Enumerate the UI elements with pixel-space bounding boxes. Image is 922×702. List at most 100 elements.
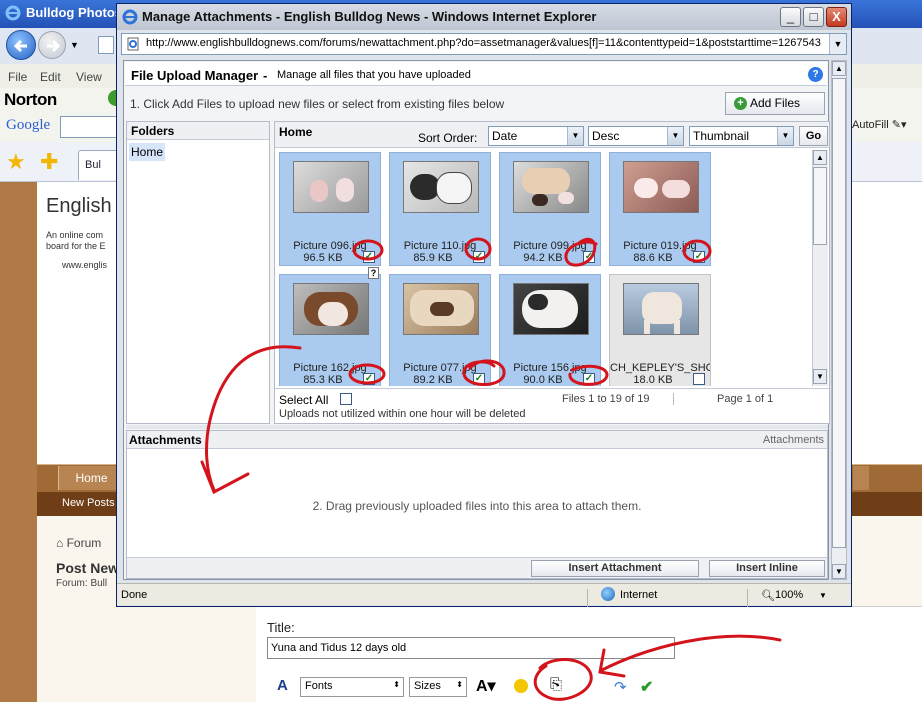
home-icon: ⌂ xyxy=(56,536,64,550)
forward-arrow-icon xyxy=(47,39,61,53)
panel-splitter[interactable] xyxy=(126,425,828,429)
file-thumbnail[interactable]: CH_KEPLEY'S_SHOW 18.0 KB xyxy=(609,274,711,386)
insert-inline-button[interactable]: Insert Inline xyxy=(709,560,825,577)
autofill-button[interactable]: AutoFill ✎▾ xyxy=(852,118,906,131)
menu-edit[interactable]: Edit xyxy=(40,70,61,84)
folder-item-home[interactable]: Home xyxy=(129,143,165,161)
dialog-url: http://www.englishbulldognews.com/forums… xyxy=(146,37,821,49)
address-bar-stub[interactable] xyxy=(98,36,114,54)
page-info: Page 1 of 1 xyxy=(717,393,774,405)
site-url: www.englis xyxy=(62,260,108,270)
file-checkbox[interactable]: ✓ xyxy=(583,251,595,263)
attachment-paperclip-icon[interactable]: ⎘ xyxy=(550,676,562,693)
attachments-header: Attachments Attachments xyxy=(127,431,827,449)
title-input[interactable]: Yuna and Tidus 12 days old xyxy=(267,637,675,659)
font-select[interactable]: Fonts ⬍ xyxy=(300,677,404,697)
breadcrumb[interactable]: ⌂ Forum xyxy=(56,536,101,550)
menu-file[interactable]: File xyxy=(8,70,27,84)
info-icon[interactable]: ? xyxy=(368,267,379,279)
file-checkbox[interactable]: ✓ xyxy=(473,251,485,263)
photo-thumbnail xyxy=(293,283,369,335)
back-button[interactable] xyxy=(6,30,36,60)
file-size: 88.6 KB xyxy=(633,252,673,264)
back-arrow-icon xyxy=(13,39,27,53)
insert-attachment-button[interactable]: Insert Attachment xyxy=(531,560,699,577)
select-all-checkbox[interactable] xyxy=(340,393,352,405)
scroll-down-icon[interactable]: ▼ xyxy=(813,369,827,384)
redo-icon[interactable]: ↷ xyxy=(614,678,627,696)
zoom-icon[interactable]: 🔍︎ xyxy=(761,589,775,602)
zoom-level[interactable]: 100% xyxy=(775,589,803,601)
close-button[interactable]: X xyxy=(826,7,847,27)
history-dropdown-icon[interactable]: ▼ xyxy=(70,40,79,50)
maximize-button[interactable]: □ xyxy=(803,7,824,27)
norton-logo: Norton xyxy=(4,90,57,109)
sort-field-select[interactable]: Date ▼ xyxy=(488,126,584,146)
scroll-thumb[interactable] xyxy=(832,78,846,548)
attachments-header-right: Attachments xyxy=(762,434,824,446)
page-icon xyxy=(126,37,140,54)
file-checkbox[interactable]: ✓ xyxy=(363,373,375,385)
spellcheck-icon[interactable]: ✔ xyxy=(640,677,653,697)
ie-icon xyxy=(5,5,21,24)
forward-button[interactable] xyxy=(38,31,66,59)
file-thumbnail[interactable]: Picture 099.jpg 94.2 KB ✓ xyxy=(499,152,601,266)
file-checkbox[interactable]: ✓ xyxy=(583,373,595,385)
folders-panel: Folders Home xyxy=(126,121,270,424)
file-thumbnail[interactable]: Picture 077.jpg 89.2 KB ✓ xyxy=(389,274,491,386)
chevron-down-icon: ▼ xyxy=(567,127,583,145)
attachments-drop-zone[interactable]: 2. Drag previously uploaded files into t… xyxy=(127,499,827,513)
zone-label: Internet xyxy=(620,589,658,601)
google-search-input[interactable] xyxy=(60,116,120,138)
favorites-star-icon[interactable]: ★ xyxy=(6,149,26,175)
title-dash: - xyxy=(263,68,268,83)
file-thumbnail[interactable]: Picture 019.jpg 88.6 KB ✓ xyxy=(609,152,711,266)
view-mode-select[interactable]: Thumbnail ▼ xyxy=(689,126,794,146)
photo-thumbnail xyxy=(623,283,699,335)
photo-thumbnail xyxy=(403,161,479,213)
new-posts-link[interactable]: New Posts xyxy=(62,497,115,509)
status-text: Done xyxy=(121,589,148,601)
menu-view[interactable]: View xyxy=(76,70,102,84)
file-checkbox[interactable]: ✓ xyxy=(363,251,375,263)
folders-header: Folders xyxy=(127,122,269,140)
sort-direction-select[interactable]: Desc ▼ xyxy=(588,126,684,146)
site-nav-dropdown[interactable] xyxy=(853,466,869,490)
zoom-dropdown-icon[interactable]: ▼ xyxy=(819,591,827,600)
scroll-down-icon[interactable]: ▼ xyxy=(832,564,846,579)
manage-attachments-window: Manage Attachments - English Bulldog New… xyxy=(116,3,852,607)
select-all-label: Select All xyxy=(279,393,329,407)
chevron-down-icon: ▼ xyxy=(667,127,683,145)
add-files-button[interactable]: + Add Files xyxy=(725,92,825,115)
scroll-up-icon[interactable]: ▲ xyxy=(813,150,827,165)
ie-icon xyxy=(122,9,138,28)
go-button[interactable]: Go xyxy=(799,126,828,146)
site-right-link[interactable]: ybulldogs xyxy=(852,191,904,203)
add-files-label: Add Files xyxy=(750,96,801,110)
smilie-icon[interactable] xyxy=(514,679,528,693)
file-upload-manager-header: File Upload Manager - Manage all files t… xyxy=(125,62,827,86)
file-checkbox[interactable] xyxy=(693,373,705,385)
background-window-title: Bulldog Photos xyxy=(26,5,123,20)
file-size: 90.0 KB xyxy=(523,374,563,386)
font-color-icon[interactable]: A xyxy=(277,677,288,694)
site-home-tab[interactable]: Home xyxy=(58,466,124,490)
file-thumbnail[interactable]: Picture 110.jpg 85.9 KB ✓ xyxy=(389,152,491,266)
file-checkbox[interactable]: ✓ xyxy=(693,251,705,263)
size-select[interactable]: Sizes ⬍ xyxy=(409,677,467,697)
file-thumbnail[interactable]: Picture 096.jpg 96.5 KB ✓ xyxy=(279,152,381,266)
minimize-button[interactable]: _ xyxy=(780,7,801,27)
dialog-scrollbar[interactable]: ▲ ▼ xyxy=(831,60,847,580)
file-checkbox[interactable]: ✓ xyxy=(473,373,485,385)
scroll-up-icon[interactable]: ▲ xyxy=(832,61,846,76)
add-favorites-icon[interactable]: ✚ xyxy=(40,149,58,175)
scroll-thumb[interactable] xyxy=(813,167,827,245)
address-dropdown-icon[interactable]: ▼ xyxy=(829,34,846,54)
internet-zone-icon xyxy=(601,587,615,601)
file-thumbnail[interactable]: ? Picture 162.jpg 85.3 KB ✓ xyxy=(279,267,381,386)
help-icon[interactable]: ? xyxy=(808,67,823,82)
file-thumbnail[interactable]: Picture 156.jpg 90.0 KB ✓ xyxy=(499,274,601,386)
thumbnail-scrollbar[interactable]: ▲ ▼ xyxy=(812,150,828,386)
text-color-icon[interactable]: A▾ xyxy=(476,676,496,696)
dialog-address-bar[interactable]: http://www.englishbulldognews.com/forums… xyxy=(121,33,847,55)
